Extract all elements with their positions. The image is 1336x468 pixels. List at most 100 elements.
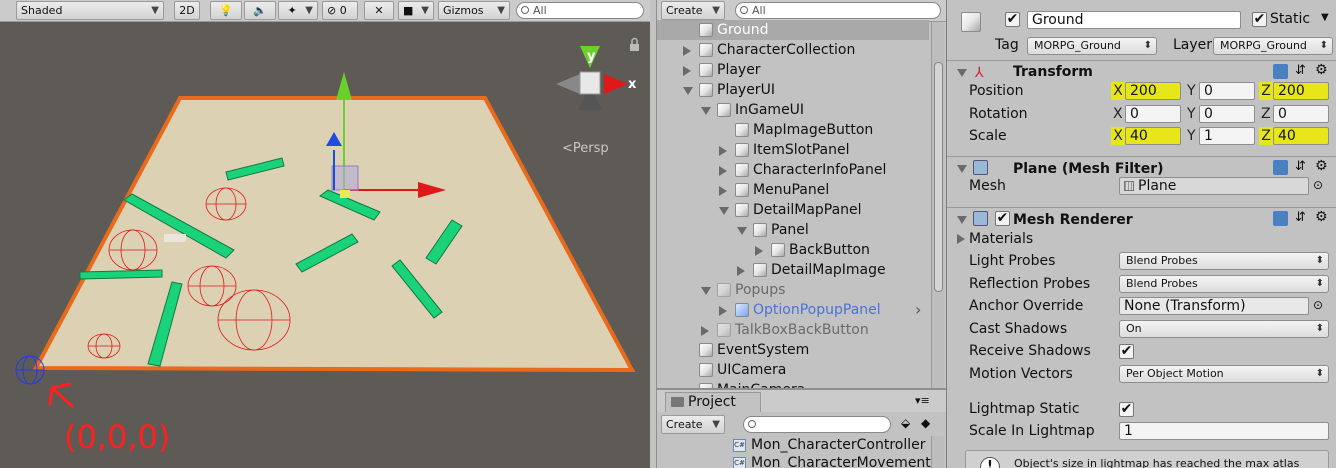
- position-z-field[interactable]: 200: [1273, 82, 1329, 100]
- lighting-toggle-button[interactable]: 💡: [210, 1, 242, 20]
- static-checkbox[interactable]: ✔: [1252, 12, 1267, 27]
- scale-x-axis[interactable]: X: [1111, 127, 1125, 145]
- project-create-button[interactable]: Create ▼: [661, 415, 725, 434]
- scale-z-axis[interactable]: Z: [1259, 127, 1273, 145]
- project-scrollbar[interactable]: [931, 436, 944, 468]
- scale-y-axis[interactable]: Y: [1187, 127, 1196, 145]
- hierarchy-item[interactable]: MenuPanel: [657, 180, 929, 200]
- cast-shadows-dropdown[interactable]: On: [1119, 320, 1329, 338]
- hierarchy-item[interactable]: Ground: [657, 20, 929, 40]
- hierarchy-item[interactable]: MainCamera: [657, 380, 929, 388]
- project-tab[interactable]: Project: [665, 392, 761, 412]
- rotation-x-field[interactable]: 0: [1125, 105, 1181, 123]
- collapse-arrow-icon[interactable]: [957, 165, 967, 173]
- rotation-z-field[interactable]: 0: [1273, 105, 1329, 123]
- motion-vectors-dropdown[interactable]: Per Object Motion: [1119, 365, 1329, 383]
- rotation-y-field[interactable]: 0: [1199, 105, 1255, 123]
- collapsed-arrow-icon[interactable]: [737, 266, 745, 276]
- hierarchy-item[interactable]: UICamera: [657, 360, 929, 380]
- settings-gear-icon[interactable]: ⚙: [1315, 62, 1328, 78]
- collapsed-arrow-icon[interactable]: [719, 146, 727, 156]
- mesh-filter-header[interactable]: Plane (Mesh Filter) ⇵ ⚙: [947, 156, 1336, 178]
- collapsed-arrow-icon[interactable]: [719, 306, 727, 316]
- position-z-axis[interactable]: Z: [1259, 82, 1273, 100]
- object-picker-icon[interactable]: ⊙: [1313, 298, 1323, 312]
- collapsed-arrow-icon[interactable]: [683, 66, 691, 76]
- camera-dropdown[interactable]: ■ ▼: [398, 1, 434, 20]
- anchor-override-field[interactable]: None (Transform): [1119, 297, 1309, 315]
- expanded-arrow-icon[interactable]: [701, 287, 711, 295]
- hierarchy-item[interactable]: TalkBoxBackButton: [657, 320, 929, 340]
- scale-x-field[interactable]: 40: [1125, 127, 1181, 145]
- shading-mode-dropdown[interactable]: Shaded ▼: [16, 1, 164, 20]
- filter-type-icon[interactable]: ⬙: [901, 416, 910, 430]
- lightmap-static-checkbox[interactable]: ✔: [1119, 402, 1134, 417]
- help-book-icon[interactable]: [1273, 160, 1288, 175]
- rotation-x-axis[interactable]: X: [1113, 105, 1123, 123]
- audio-toggle-button[interactable]: 🔈: [244, 1, 276, 20]
- hierarchy-item[interactable]: CharacterInfoPanel: [657, 160, 929, 180]
- object-name-field[interactable]: Ground: [1027, 11, 1241, 29]
- collapse-arrow-icon[interactable]: [957, 69, 967, 77]
- materials-label[interactable]: Materials: [969, 230, 1033, 248]
- settings-gear-icon[interactable]: ⚙: [1315, 158, 1328, 174]
- collapsed-arrow-icon[interactable]: [719, 166, 727, 176]
- hierarchy-item[interactable]: ItemSlotPanel: [657, 140, 929, 160]
- materials-expand-arrow[interactable]: [957, 234, 965, 244]
- hierarchy-item[interactable]: CharacterCollection: [657, 40, 929, 60]
- hierarchy-item[interactable]: Player: [657, 60, 929, 80]
- hierarchy-item[interactable]: InGameUI: [657, 100, 929, 120]
- prefab-open-icon[interactable]: ›: [915, 300, 921, 320]
- hierarchy-item[interactable]: BackButton: [657, 240, 929, 260]
- light-probes-dropdown[interactable]: Blend Probes: [1119, 252, 1329, 270]
- hierarchy-item[interactable]: Panel: [657, 220, 929, 240]
- hierarchy-search-input[interactable]: All: [735, 2, 941, 19]
- position-y-field[interactable]: 0: [1199, 82, 1255, 100]
- hierarchy-item[interactable]: DetailMapImage: [657, 260, 929, 280]
- position-y-axis[interactable]: Y: [1187, 82, 1196, 100]
- hierarchy-item[interactable]: MapImageButton: [657, 120, 929, 140]
- hierarchy-create-button[interactable]: Create ▼: [661, 1, 725, 20]
- file-item[interactable]: C# Mon_CharacterController: [733, 436, 926, 454]
- scene-search-input[interactable]: All: [516, 2, 644, 19]
- tag-dropdown[interactable]: MORPG_Ground: [1027, 37, 1157, 55]
- object-picker-icon[interactable]: ⊙: [1313, 178, 1323, 192]
- collapsed-arrow-icon[interactable]: [701, 326, 709, 336]
- tools-toggle-button[interactable]: ✕: [364, 1, 394, 20]
- filter-label-icon[interactable]: ◆: [921, 416, 930, 430]
- collapse-arrow-icon[interactable]: [957, 216, 967, 224]
- effects-dropdown[interactable]: ✦ ▼: [278, 1, 318, 20]
- hierarchy-item[interactable]: PlayerUI: [657, 80, 929, 100]
- hierarchy-item[interactable]: OptionPopupPanel ›: [657, 300, 929, 320]
- mesh-renderer-enabled-checkbox[interactable]: ✔: [995, 211, 1010, 226]
- hierarchy-item[interactable]: EventSystem: [657, 340, 929, 360]
- expanded-arrow-icon[interactable]: [719, 207, 729, 215]
- project-search-input[interactable]: [743, 416, 891, 433]
- expanded-arrow-icon[interactable]: [701, 107, 711, 115]
- preset-icon[interactable]: ⇵: [1295, 159, 1306, 174]
- rotation-y-axis[interactable]: Y: [1187, 105, 1196, 123]
- hidden-objects-toggle[interactable]: ⊘ 0: [322, 1, 358, 20]
- preset-icon[interactable]: ⇵: [1295, 63, 1306, 78]
- layer-dropdown[interactable]: MORPG_Ground: [1213, 37, 1333, 55]
- 2d-toggle-button[interactable]: 2D: [174, 1, 200, 20]
- hierarchy-item[interactable]: Popups: [657, 280, 929, 300]
- panel-menu-icon[interactable]: ▾≡: [915, 394, 930, 407]
- collapsed-arrow-icon[interactable]: [719, 186, 727, 196]
- help-book-icon[interactable]: [1273, 64, 1288, 79]
- expanded-arrow-icon[interactable]: [737, 227, 747, 235]
- position-x-axis[interactable]: X: [1111, 82, 1125, 100]
- hierarchy-scroll-thumb[interactable]: [934, 62, 943, 292]
- collapsed-arrow-icon[interactable]: [683, 46, 691, 56]
- position-x-field[interactable]: 200: [1125, 82, 1181, 100]
- receive-shadows-checkbox[interactable]: ✔: [1119, 344, 1134, 359]
- collapsed-arrow-icon[interactable]: [755, 246, 763, 256]
- hierarchy-scrollbar[interactable]: [931, 22, 944, 388]
- transform-header[interactable]: ⅄ Transform ⇵ ⚙: [947, 60, 1336, 82]
- persp-label[interactable]: <Persp: [562, 141, 609, 156]
- settings-gear-icon[interactable]: ⚙: [1315, 209, 1328, 225]
- rotation-z-axis[interactable]: Z: [1261, 105, 1271, 123]
- gizmos-dropdown[interactable]: Gizmos ▼: [438, 1, 510, 20]
- mesh-renderer-header[interactable]: ✔ Mesh Renderer ⇵ ⚙: [947, 207, 1336, 229]
- mesh-object-field[interactable]: Plane: [1119, 177, 1309, 195]
